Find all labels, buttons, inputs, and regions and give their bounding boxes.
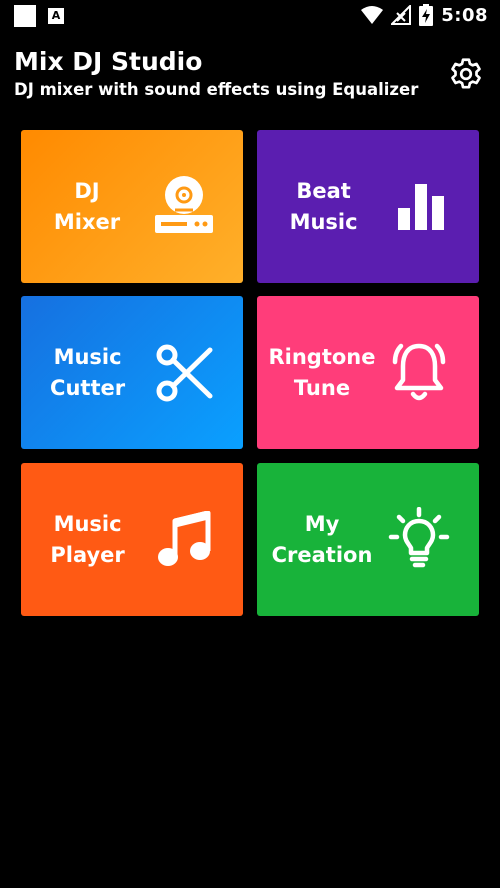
turntable-icon: [153, 175, 215, 239]
tile-ringtone-tune[interactable]: Ringtone Tune: [257, 296, 479, 449]
tile-label: Ringtone Tune: [268, 344, 376, 400]
app-subtitle: DJ mixer with sound effects using Equali…: [14, 80, 419, 99]
tile-label: Music Player: [50, 511, 125, 567]
status-time: 5:08: [441, 4, 488, 26]
tile-music-cutter[interactable]: Music Cutter: [21, 296, 243, 449]
header: Mix DJ Studio DJ mixer with sound effect…: [14, 46, 454, 102]
tile-label: Music Cutter: [50, 344, 126, 400]
tile-label: Beat Music: [289, 178, 358, 234]
bar-chart-icon: [390, 175, 451, 239]
no-signal-icon: [391, 5, 412, 25]
tile-beat-music[interactable]: Beat Music: [257, 130, 479, 283]
music-note-icon: [154, 508, 215, 572]
notification-a-icon: A: [48, 8, 64, 24]
wifi-icon: [361, 6, 384, 24]
scissors-icon: [154, 341, 215, 405]
tile-label: DJ Mixer: [53, 178, 121, 234]
settings-button[interactable]: [448, 56, 484, 92]
tile-music-player[interactable]: Music Player: [21, 463, 243, 616]
gear-icon: [451, 58, 481, 89]
status-bar: A 5:08: [0, 0, 500, 32]
battery-charging-icon: [419, 4, 434, 26]
lightbulb-icon: [387, 506, 451, 572]
app-title: Mix DJ Studio: [14, 47, 203, 76]
tile-dj-mixer[interactable]: DJ Mixer: [21, 130, 243, 283]
bell-icon: [387, 341, 451, 405]
notification-square-icon: [14, 5, 36, 27]
tile-label: My Creation: [271, 511, 373, 567]
tile-my-creation[interactable]: My Creation: [257, 463, 479, 616]
